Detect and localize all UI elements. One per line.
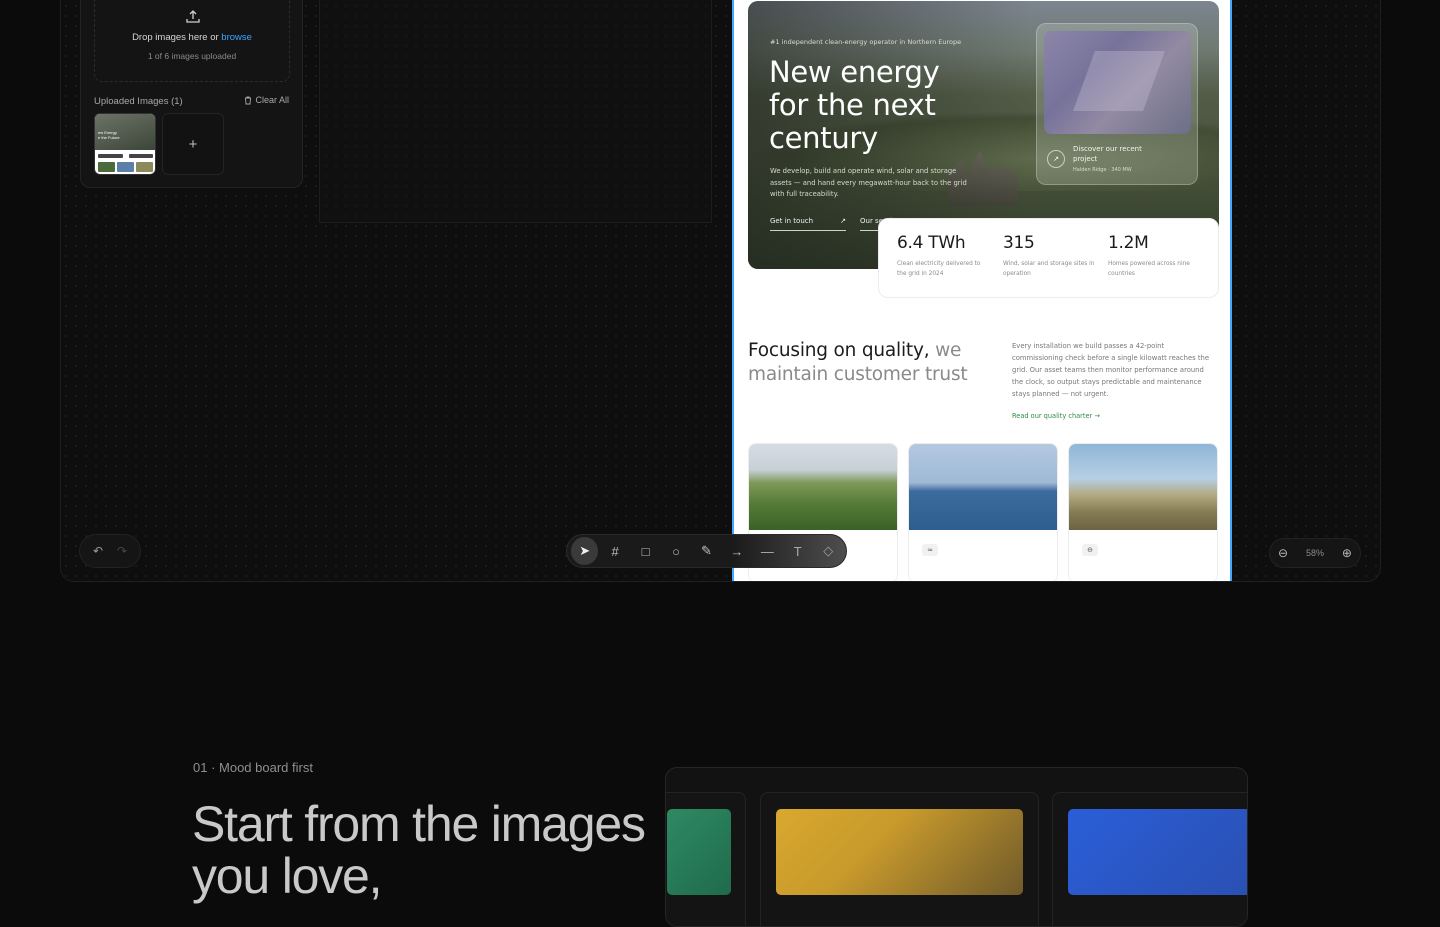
hero-kicker: #1 independent clean-energy operator in …: [770, 38, 962, 46]
thumbnail-text: ew Energy e the Future: [98, 130, 120, 140]
empty-frame[interactable]: [319, 0, 712, 223]
card-image: [749, 444, 897, 530]
thumbnail-row: [129, 154, 153, 158]
redo-icon[interactable]: ↷: [117, 544, 127, 558]
service-card[interactable]: ≈: [908, 443, 1058, 581]
mood-swatch-blue: [1068, 809, 1247, 895]
text-icon[interactable]: T: [784, 537, 811, 565]
trash-icon: [245, 96, 252, 104]
dropzone-text: Drop images here or browse: [132, 32, 252, 43]
zoom-level: 58%: [1305, 548, 1324, 558]
arrow-up-right-icon: ↗: [840, 217, 846, 225]
section-title: Start from the images you love,: [192, 796, 646, 904]
section-label: 01 · Mood board first: [193, 760, 313, 775]
arrow-icon[interactable]: →: [723, 537, 750, 565]
arrow-up-right-icon: ↗: [1047, 150, 1065, 168]
card-image: [1069, 444, 1217, 530]
zoom-control: ⊖ 58% ⊕: [1269, 538, 1361, 568]
mood-board-column: [1052, 792, 1247, 926]
zoom-out-icon[interactable]: ⊖: [1278, 546, 1288, 560]
browse-link[interactable]: browse: [221, 32, 252, 43]
undo-icon[interactable]: ↶: [93, 544, 103, 558]
mood-board-column: [666, 792, 746, 926]
mood-swatch-gold: [776, 809, 1023, 895]
website-preview-frame[interactable]: #1 independent clean-energy operator in …: [732, 0, 1232, 581]
upload-panel: Drop images here or browse 1 of 6 images…: [80, 0, 303, 188]
stat-value: 1.2M: [1108, 233, 1149, 253]
mood-board-preview: [665, 767, 1248, 927]
pencil-icon[interactable]: ✎: [693, 537, 720, 565]
hero-title: New energy for the next century: [769, 55, 940, 155]
stat-value: 6.4 TWh: [897, 233, 966, 253]
battery-icon: ⊖: [1082, 544, 1098, 556]
eraser-icon[interactable]: ◇: [815, 537, 842, 565]
stats-card: 6.4 TWh Clean electricity delivered to t…: [878, 218, 1219, 298]
zoom-in-icon[interactable]: ⊕: [1342, 546, 1352, 560]
canvas-frame[interactable]: Drop images here or browse 1 of 6 images…: [60, 0, 1381, 582]
stat-label: Clean electricity delivered to the grid …: [897, 261, 981, 277]
quality-heading: Focusing on quality, we maintain custome…: [748, 339, 998, 387]
quality-charter-link[interactable]: Read our quality charter →: [1012, 412, 1100, 420]
stat-item: 6.4 TWh Clean electricity delivered to t…: [897, 233, 989, 279]
service-card[interactable]: ⊖: [1068, 443, 1218, 581]
stat-value: 315: [1003, 233, 1035, 253]
clear-all-button[interactable]: Clear All: [244, 95, 289, 105]
frame-icon[interactable]: #: [601, 537, 628, 565]
get-in-touch-link[interactable]: Get in touch ↗: [770, 217, 846, 231]
link-label: Get in touch: [770, 217, 814, 225]
thumbnail-row: [98, 154, 123, 158]
project-image: [1044, 31, 1191, 134]
uploaded-image-thumbnail[interactable]: ew Energy e the Future: [94, 113, 156, 175]
project-subtitle: Halden Ridge · 340 MW: [1073, 167, 1132, 173]
uploaded-images-title: Uploaded Images (1): [94, 96, 183, 107]
stat-item: 315 Wind, solar and storage sites in ope…: [1003, 233, 1095, 279]
mood-board-column: [760, 792, 1039, 926]
add-image-button[interactable]: +: [162, 113, 224, 175]
mood-swatch-green: [667, 809, 731, 895]
drawing-toolbar: ➤ # □ ○ ✎ → — T ◇: [566, 534, 847, 568]
image-dropzone[interactable]: Drop images here or browse 1 of 6 images…: [94, 0, 290, 82]
upload-icon: [186, 10, 200, 23]
wind-icon: ≈: [922, 544, 938, 556]
upload-count: 1 of 6 images uploaded: [147, 51, 237, 61]
stat-label: Wind, solar and storage sites in operati…: [1003, 261, 1095, 277]
recent-project-card[interactable]: ↗ Discover our recent project Halden Rid…: [1036, 23, 1198, 185]
history-toolbar: ↶ ↷: [79, 534, 141, 568]
cursor-icon[interactable]: ➤: [571, 537, 599, 565]
quality-description: Every installation we build passes a 42-…: [1012, 342, 1209, 398]
project-title: Discover our recent project: [1073, 145, 1142, 163]
quality-heading-strong: Focusing on quality,: [748, 340, 930, 361]
ellipse-icon[interactable]: ○: [662, 537, 689, 565]
stat-label: Homes powered across nine countries: [1108, 261, 1190, 277]
hero-description: We develop, build and operate wind, sola…: [770, 167, 967, 198]
clear-all-label: Clear All: [255, 95, 289, 105]
thumbnail-image: [98, 162, 115, 172]
rectangle-icon[interactable]: □: [632, 537, 659, 565]
line-icon[interactable]: —: [754, 537, 781, 565]
stat-item: 1.2M Homes powered across nine countries: [1108, 233, 1200, 279]
thumbnail-image: [117, 162, 134, 172]
card-image: [909, 444, 1057, 530]
thumbnail-image: [136, 162, 153, 172]
